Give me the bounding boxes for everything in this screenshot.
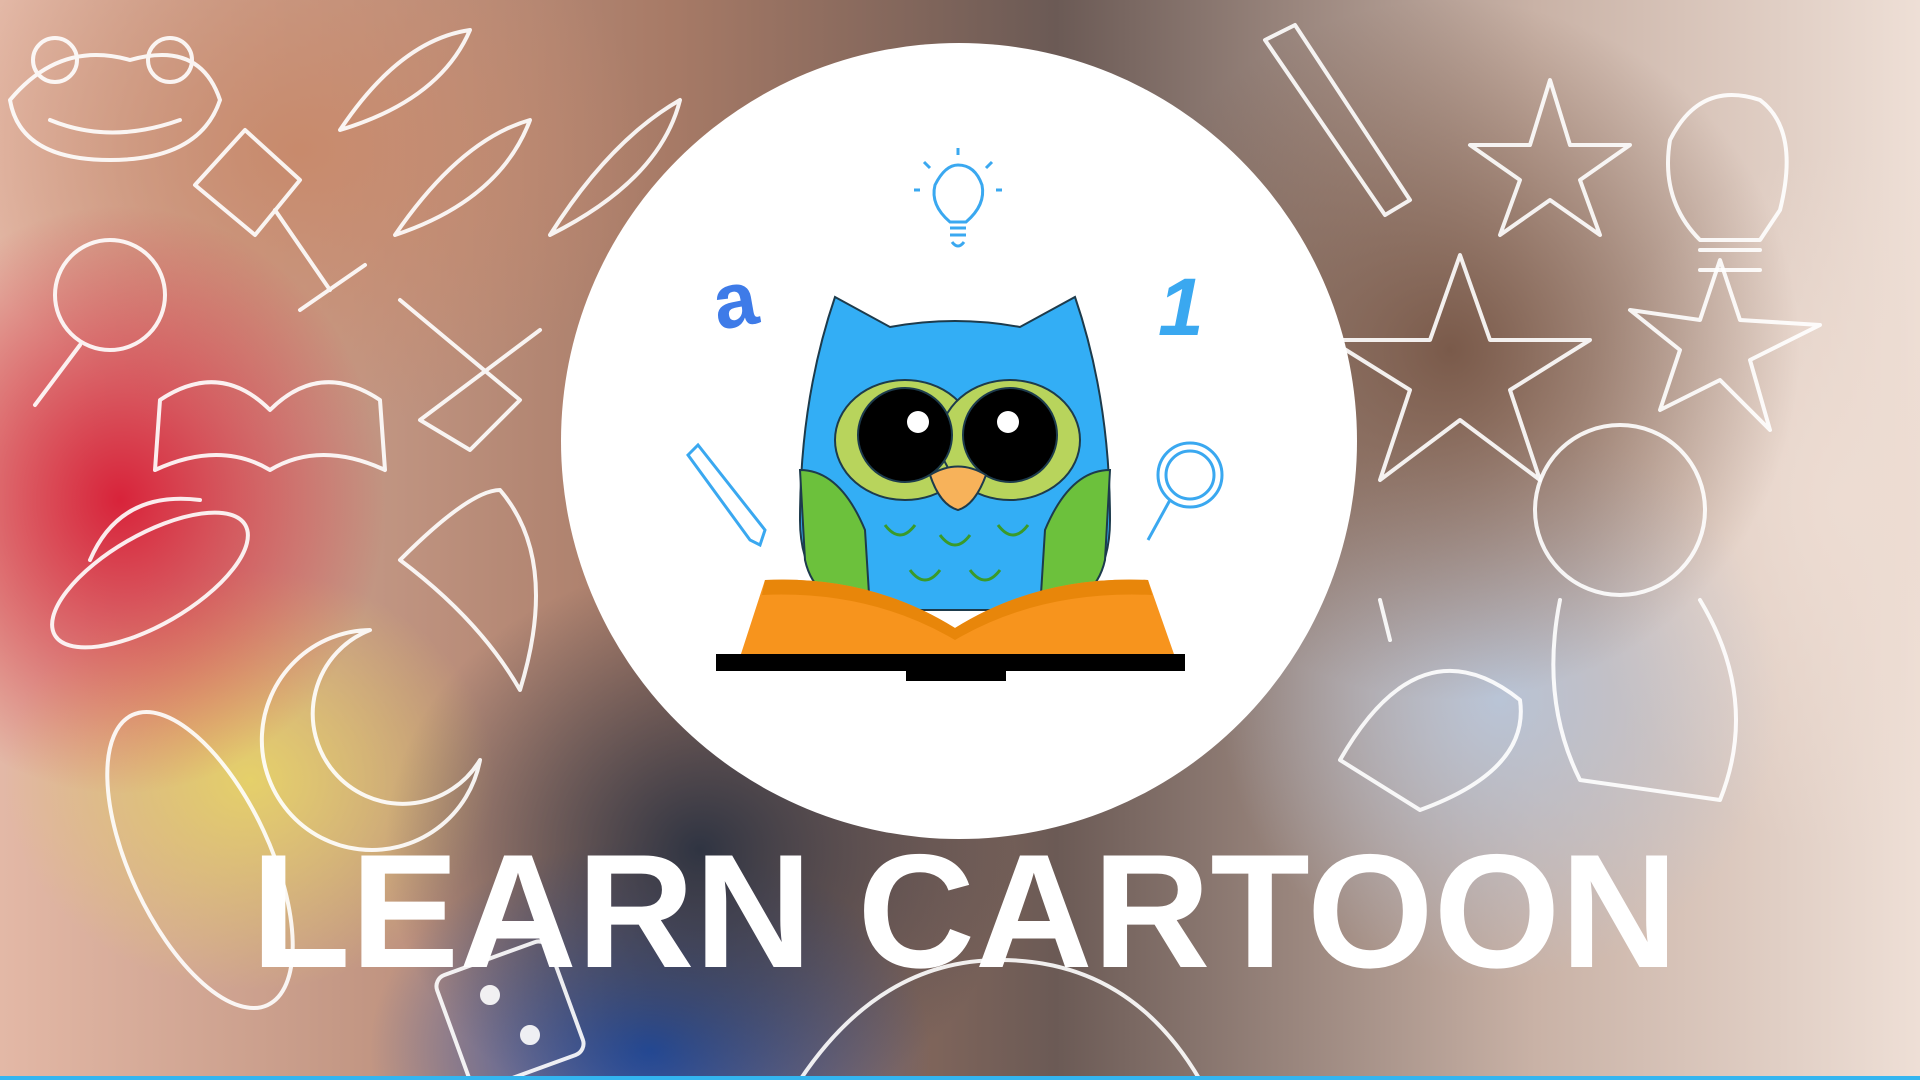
- fish-doodle-icon: [338, 28, 682, 237]
- frog-doodle-icon: [8, 36, 222, 162]
- astronaut-doodle-icon: [1533, 423, 1738, 802]
- star-doodle-icon: [1328, 78, 1822, 482]
- fox-doodle-icon: [398, 488, 538, 692]
- ufo-doodle-icon: [50, 496, 250, 650]
- owl-icon: [798, 295, 1112, 612]
- airplane-doodle-icon: [398, 298, 542, 452]
- pencil-doodle-icon: [1263, 23, 1412, 217]
- accent-bottom-line: [0, 1076, 1920, 1080]
- spinning-top-doodle-icon: [1338, 598, 1523, 812]
- glass-doodle-icon: [193, 128, 367, 312]
- book-doodle-icon: [153, 380, 387, 472]
- magnifier-doodle-icon: [33, 238, 167, 407]
- lightbulb-doodle-icon: [1666, 93, 1789, 272]
- number-one-icon: 1: [1158, 262, 1204, 353]
- title-text: LEARN CARTOON: [251, 821, 1678, 1002]
- moon-doodle-icon: [259, 628, 482, 852]
- owl-logo: a 1: [561, 43, 1357, 839]
- banner-artwork: a 1 LEARN CARTOON: [8, 23, 1822, 1080]
